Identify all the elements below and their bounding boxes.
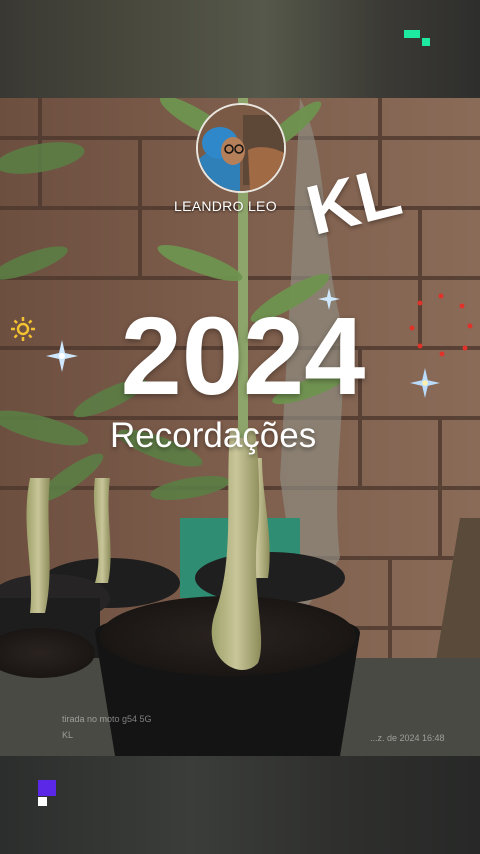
avatar[interactable]: [196, 103, 286, 193]
watermark-timestamp: ...z. de 2024 16:48: [370, 733, 445, 743]
sun-icon: [11, 317, 35, 341]
sparkle-icon: [318, 288, 340, 310]
watermark-device: tirada no moto g54 5G: [62, 714, 152, 724]
sparkle-icon: [410, 368, 440, 398]
year-title: 2024: [120, 295, 366, 418]
profile-name: LEANDRO LEO: [174, 198, 277, 214]
badge-icon: [38, 780, 56, 806]
tv-logo-icon: [404, 30, 430, 46]
subtitle: Recordações: [110, 416, 317, 455]
top-blur-band: [0, 0, 480, 98]
sparkle-icon: [46, 340, 78, 372]
bottom-blur-band: [0, 756, 480, 854]
profile-photo: [198, 105, 284, 191]
watermark-tag: KL: [62, 730, 74, 740]
